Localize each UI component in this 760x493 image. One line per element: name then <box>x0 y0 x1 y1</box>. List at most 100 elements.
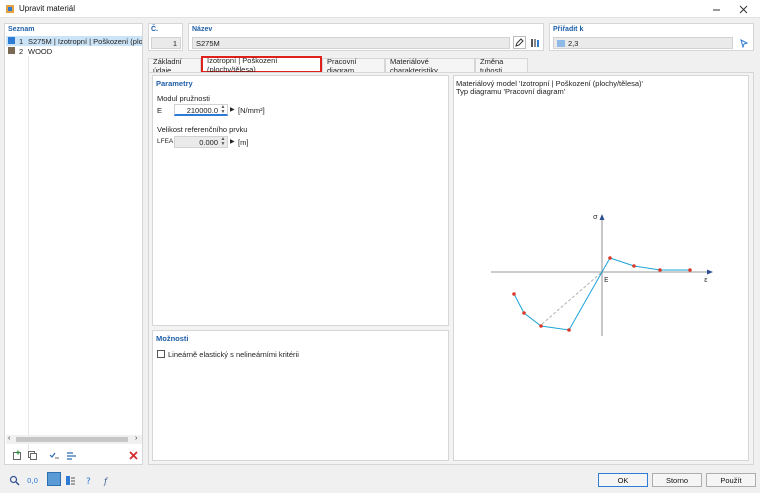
list-item-label: WOOD <box>28 47 53 56</box>
e-value: 210000.0 <box>186 106 218 115</box>
scroll-right-icon[interactable]: › <box>135 435 137 442</box>
curve-point <box>512 292 516 296</box>
tab-stress-strain[interactable]: Pracovní diagram <box>322 57 385 75</box>
library-icon <box>530 38 539 47</box>
lfea-arrow-button[interactable]: ▶ <box>230 138 235 145</box>
list-header: Seznam <box>8 26 35 33</box>
number-input[interactable]: 1 <box>151 37 181 49</box>
surface-icon <box>557 40 565 47</box>
curve-point <box>632 264 636 268</box>
curve-point <box>567 328 571 332</box>
info-list-icon <box>65 475 75 485</box>
new-material-button[interactable] <box>10 448 24 462</box>
e-input[interactable]: 210000.0 ▲ ▼ <box>174 104 228 116</box>
minimize-button[interactable] <box>703 0 730 18</box>
unloading-line <box>541 271 603 325</box>
options-panel: Možnosti Lineárně elastický s nelineární… <box>152 330 449 461</box>
apply-button[interactable]: Použít <box>706 473 756 487</box>
curve-point <box>522 311 526 315</box>
svg-text:0,0: 0,0 <box>27 477 38 485</box>
copy-icon <box>27 450 37 460</box>
list-item-label: S275M | Izotropní | Poškození (plochy/tě… <box>28 37 142 46</box>
diagram-panel: Materiálový model 'Izotropní | Poškození… <box>453 75 749 461</box>
material-list-panel: Seznam 1 S275M | Izotropní | Poškození (… <box>4 23 143 465</box>
delete-button[interactable] <box>126 448 140 462</box>
close-window-button[interactable] <box>730 0 757 18</box>
tab-material-properties[interactable]: Materiálové charakteristiky <box>385 57 475 75</box>
edit-name-button[interactable] <box>513 36 526 49</box>
units-icon: 0,0 <box>27 477 38 485</box>
sigma-label: σ <box>593 213 598 221</box>
lfea-input[interactable]: 0.000 ▲ ▼ <box>174 136 228 148</box>
curve-point <box>658 268 662 272</box>
library-button[interactable] <box>528 36 541 49</box>
linear-elastic-label: Lineárně elastický s nelineárními kritér… <box>168 350 299 359</box>
window-title: Upravit materiál <box>19 4 76 13</box>
stress-strain-diagram: σ ε E <box>491 213 713 336</box>
parameters-panel: Parametry Modul pružnosti E 210000.0 ▲ ▼ … <box>152 75 449 326</box>
name-field-group: Název S275M <box>188 23 544 51</box>
e-slope-label: E <box>604 276 608 284</box>
scroll-thumb[interactable] <box>16 437 128 442</box>
tab-isotropic-damage[interactable]: Izotropní | Poškození (plochy/tělesa) <box>201 56 322 74</box>
renumber-button[interactable] <box>64 448 78 462</box>
assigned-field-group: Přiřadit k 2,3 <box>549 23 754 51</box>
pick-button[interactable] <box>737 36 751 49</box>
color-swatch <box>8 47 15 54</box>
sigma-axis-arrow <box>599 214 605 220</box>
info-button[interactable] <box>63 473 77 487</box>
modulus-group-label: Modul pružnosti <box>157 94 210 103</box>
color-button[interactable] <box>47 472 61 486</box>
list-item[interactable]: 2 WOOD <box>6 46 142 56</box>
ok-button[interactable]: OK <box>598 473 648 487</box>
eps-label: ε <box>704 276 708 284</box>
lfea-spinner[interactable]: ▲ ▼ <box>220 137 226 147</box>
formula-icon: f <box>103 477 109 486</box>
assigned-input[interactable]: 2,3 <box>553 37 733 49</box>
parameters-title: Parametry <box>156 79 193 88</box>
curve-point <box>688 268 692 272</box>
e-label: E <box>157 106 163 115</box>
lfea-label: LFEA <box>157 138 174 145</box>
e-spinner[interactable]: ▲ ▼ <box>220 105 226 115</box>
svg-text:f: f <box>103 477 109 486</box>
lfea-unit: [m] <box>238 138 249 147</box>
bottom-bar: 0,0 ? f OK Storno Použít <box>0 468 760 493</box>
horizontal-scrollbar[interactable]: ‹ › <box>6 435 142 444</box>
scroll-left-icon[interactable]: ‹ <box>8 435 10 442</box>
tab-stiffness-change[interactable]: Změna tuhosti <box>475 57 528 75</box>
pencil-icon <box>515 38 524 47</box>
number-field-group: Č. 1 <box>148 23 183 51</box>
column-divider <box>28 56 29 456</box>
e-arrow-button[interactable]: ▶ <box>230 106 235 113</box>
name-label: Název <box>192 26 213 33</box>
cancel-button[interactable]: Storno <box>652 473 702 487</box>
help-button[interactable]: ? <box>82 473 96 487</box>
list-item[interactable]: 1 S275M | Izotropní | Poškození (plochy/… <box>6 36 142 46</box>
delete-icon <box>128 450 138 460</box>
units-button[interactable]: 0,0 <box>26 473 40 487</box>
title-bar: Upravit materiál <box>0 0 760 18</box>
new-icon <box>12 450 21 460</box>
search-button[interactable] <box>7 473 21 487</box>
list-toolbar <box>7 447 142 463</box>
options-title: Možnosti <box>156 334 189 343</box>
list-item-number: 2 <box>19 47 24 56</box>
linear-elastic-checkbox[interactable] <box>157 350 165 358</box>
tab-basic[interactable]: Základní údaje <box>148 57 201 75</box>
close-icon <box>739 5 748 13</box>
renumber-icon <box>66 451 76 460</box>
formula-button[interactable]: f <box>101 473 115 487</box>
pick-cursor-icon <box>740 38 749 48</box>
minimize-icon <box>713 9 720 10</box>
assigned-value: 2,3 <box>568 39 579 48</box>
check-button[interactable] <box>47 448 61 462</box>
help-icon: ? <box>86 477 91 486</box>
search-icon <box>9 475 19 485</box>
name-input[interactable]: S275M <box>192 37 510 49</box>
copy-material-button[interactable] <box>25 448 39 462</box>
app-icon <box>6 5 14 13</box>
assigned-label: Přiřadit k <box>553 26 584 33</box>
curve-point <box>608 256 612 260</box>
number-label: Č. <box>151 26 158 33</box>
